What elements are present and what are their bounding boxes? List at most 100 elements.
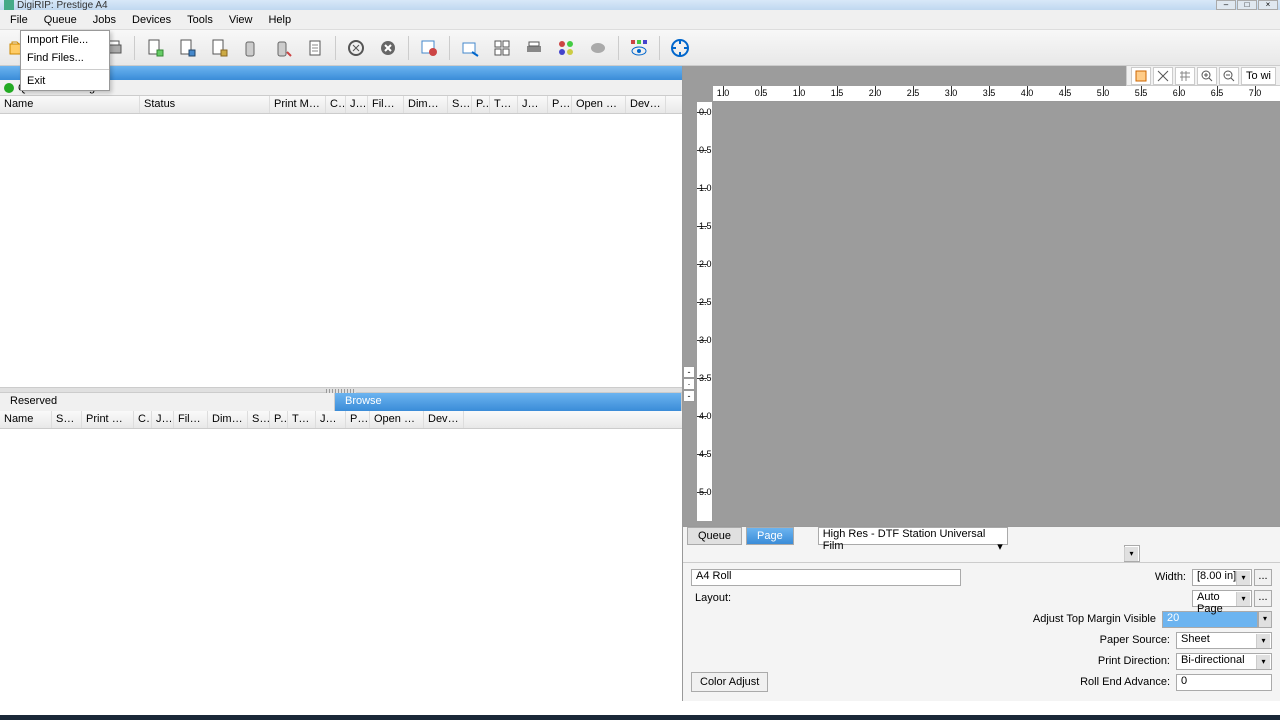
- col-su[interactable]: Su...: [448, 96, 472, 113]
- tool-palette-icon[interactable]: [552, 34, 580, 62]
- horizontal-splitter[interactable]: [0, 387, 682, 393]
- col-printmode[interactable]: Print Mode: [270, 96, 326, 113]
- preview-tool1-icon[interactable]: [1131, 67, 1151, 85]
- col-status[interactable]: Status: [140, 96, 270, 113]
- lcol-dim[interactable]: Dimensi...: [208, 411, 248, 428]
- props-tab-queue[interactable]: Queue: [687, 527, 742, 545]
- rollend-input[interactable]: 0: [1176, 674, 1272, 691]
- direction-label: Print Direction:: [691, 655, 1176, 667]
- menu-queue[interactable]: Queue: [36, 12, 85, 28]
- menubar: File Queue Jobs Devices Tools View Help: [0, 10, 1280, 30]
- col-pa[interactable]: Pa...: [548, 96, 572, 113]
- lcol-p[interactable]: P...: [270, 411, 288, 428]
- lcol-jo[interactable]: Jo...: [152, 411, 174, 428]
- lcol-name[interactable]: Name: [0, 411, 52, 428]
- tool-doc2-icon[interactable]: [173, 34, 201, 62]
- tool-send-icon[interactable]: [456, 34, 484, 62]
- col-time[interactable]: Time: [490, 96, 518, 113]
- window-title: DigiRIP: Prestige A4: [17, 0, 108, 11]
- file-dropdown: Import File... Find Files... Exit: [20, 30, 110, 91]
- lcol-pa[interactable]: Pa...: [346, 411, 370, 428]
- margin-label: Adjust Top Margin Visible: [691, 613, 1162, 625]
- menu-jobs[interactable]: Jobs: [85, 12, 124, 28]
- tool-doc1-icon[interactable]: [141, 34, 169, 62]
- menu-find-files[interactable]: Find Files...: [21, 49, 109, 67]
- tool-grid-icon[interactable]: [488, 34, 516, 62]
- width-select[interactable]: [8.00 in]▾: [1192, 569, 1252, 586]
- lower-grid-header: Name Stat... Print Mode C... Jo... File …: [0, 411, 682, 429]
- props-tab-page[interactable]: Page: [746, 527, 794, 545]
- col-filet[interactable]: File T...: [368, 96, 404, 113]
- lcol-su[interactable]: Su...: [248, 411, 270, 428]
- lcol-c[interactable]: C...: [134, 411, 152, 428]
- tool-recycle-icon[interactable]: [342, 34, 370, 62]
- tool-doc3-icon[interactable]: [205, 34, 233, 62]
- preset-select[interactable]: High Res - DTF Station Universal Film ▾: [818, 527, 1008, 545]
- width-label: Width:: [961, 571, 1192, 583]
- tool-target-icon[interactable]: [666, 34, 694, 62]
- color-adjust-button[interactable]: Color Adjust: [691, 672, 768, 692]
- menu-help[interactable]: Help: [260, 12, 299, 28]
- tool-printer3-icon[interactable]: [520, 34, 548, 62]
- upper-grid-body[interactable]: [0, 114, 682, 387]
- ruler-collapse-up-icon[interactable]: -: [683, 366, 695, 378]
- ruler-collapse-mid-icon[interactable]: ·: [683, 378, 695, 390]
- zoom-in-icon[interactable]: [1197, 67, 1217, 85]
- lcol-filet[interactable]: File T...: [174, 411, 208, 428]
- lcol-device[interactable]: Device: [424, 411, 464, 428]
- preview-tool2-icon[interactable]: [1153, 67, 1173, 85]
- preview-canvas[interactable]: [713, 102, 1280, 521]
- tool-blob-icon[interactable]: [584, 34, 612, 62]
- lcol-job[interactable]: Job ...: [316, 411, 346, 428]
- col-jo[interactable]: Jo...: [346, 96, 368, 113]
- col-openpage[interactable]: Open Page: [572, 96, 626, 113]
- menu-import-file[interactable]: Import File...: [21, 31, 109, 49]
- width-more-button[interactable]: ...: [1254, 569, 1272, 586]
- menu-view[interactable]: View: [221, 12, 261, 28]
- tool-hdd2-icon[interactable]: [269, 34, 297, 62]
- tool-cancel-icon[interactable]: [374, 34, 402, 62]
- col-name[interactable]: Name: [0, 96, 140, 113]
- tab-reserved[interactable]: Reserved: [0, 393, 335, 411]
- menu-separator: [21, 69, 109, 70]
- direction-select[interactable]: Bi-directional▾: [1176, 653, 1272, 670]
- zoom-out-icon[interactable]: [1219, 67, 1239, 85]
- tool-layer1-icon[interactable]: [415, 34, 443, 62]
- rollend-label: Roll End Advance:: [768, 676, 1176, 688]
- layout-more-button[interactable]: ...: [1254, 590, 1272, 607]
- tool-color-eye-icon[interactable]: [625, 34, 653, 62]
- properties-panel: Queue Page High Res - DTF Station Univer…: [683, 526, 1280, 701]
- minimize-button[interactable]: –: [1216, 0, 1236, 10]
- source-select[interactable]: Sheet▾: [1176, 632, 1272, 649]
- menu-exit[interactable]: Exit: [21, 72, 109, 90]
- col-device[interactable]: Device: [626, 96, 666, 113]
- lcol-openpage[interactable]: Open Page: [370, 411, 424, 428]
- col-dim[interactable]: Dimensi...: [404, 96, 448, 113]
- lower-grid-body[interactable]: [0, 429, 682, 702]
- media-select[interactable]: A4 Roll: [691, 569, 961, 586]
- maximize-button[interactable]: □: [1237, 0, 1257, 10]
- horizontal-ruler: 1.00.51.01.52.02.53.03.54.04.55.05.56.06…: [713, 86, 1280, 102]
- col-c[interactable]: C...: [326, 96, 346, 113]
- col-job[interactable]: Job ...: [518, 96, 548, 113]
- lcol-time[interactable]: Time: [288, 411, 316, 428]
- vertical-ruler: 0.00.51.01.52.02.53.03.54.04.55.0: [697, 102, 713, 521]
- lcol-printmode[interactable]: Print Mode: [82, 411, 134, 428]
- queue-status-dot-icon: [4, 83, 14, 93]
- layout-select[interactable]: Auto Page▾: [1192, 590, 1252, 607]
- ruler-collapse-down-icon[interactable]: -: [683, 390, 695, 402]
- col-p[interactable]: P...: [472, 96, 490, 113]
- layout-label: Layout:: [691, 592, 961, 604]
- margin-dropdown-icon[interactable]: ▾: [1258, 611, 1272, 628]
- close-button[interactable]: ×: [1258, 0, 1278, 10]
- secondary-dropdown[interactable]: ▾: [1124, 545, 1140, 562]
- menu-tools[interactable]: Tools: [179, 12, 221, 28]
- menu-devices[interactable]: Devices: [124, 12, 179, 28]
- preview-grid-icon[interactable]: [1175, 67, 1195, 85]
- zoom-to-width-button[interactable]: To wi: [1241, 67, 1276, 85]
- tool-hdd-icon[interactable]: [237, 34, 265, 62]
- menu-file[interactable]: File: [2, 12, 36, 28]
- tool-doc4-icon[interactable]: [301, 34, 329, 62]
- lcol-stat[interactable]: Stat...: [52, 411, 82, 428]
- tab-browse[interactable]: Browse: [335, 393, 682, 411]
